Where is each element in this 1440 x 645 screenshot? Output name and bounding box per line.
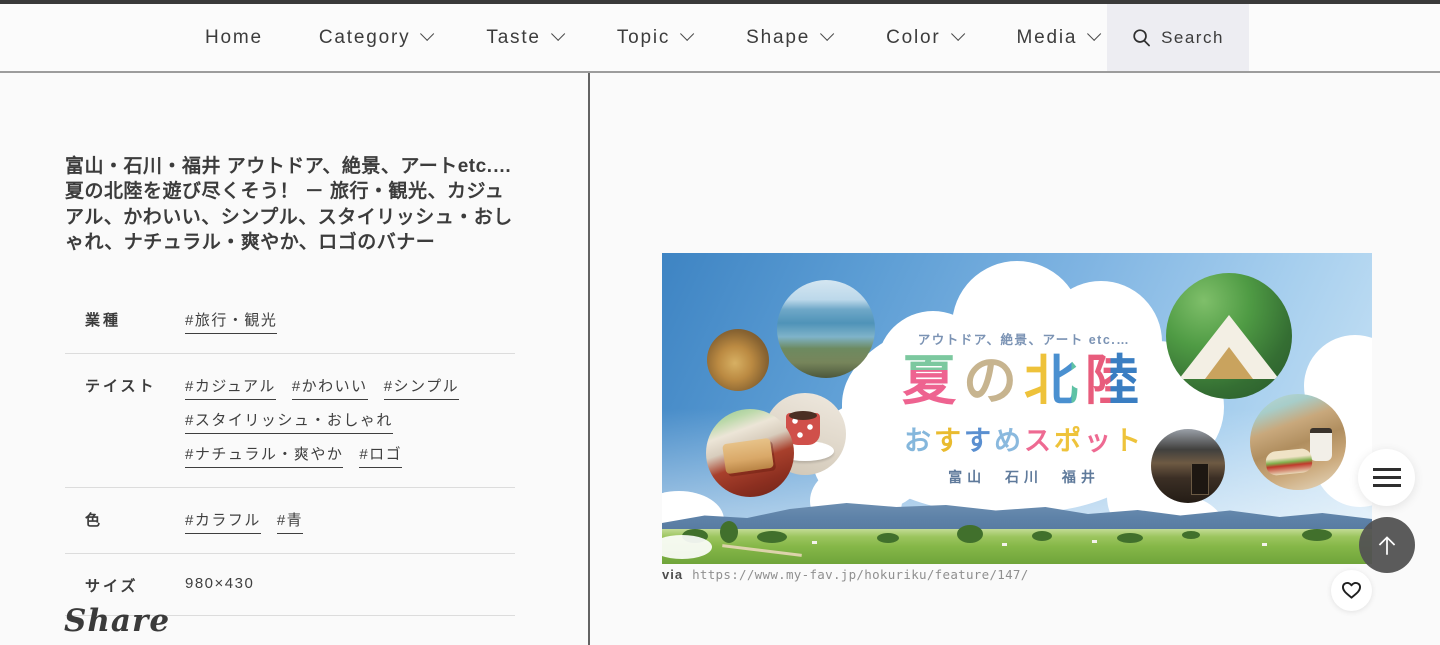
- spec-row-color: 色 #カラフル #青: [65, 488, 515, 554]
- house-speck: [1262, 543, 1267, 546]
- chevron-down-icon: [1087, 26, 1102, 41]
- nav-topic-label: Topic: [616, 26, 671, 48]
- house-speck: [812, 541, 817, 544]
- nav-item-home[interactable]: Home: [205, 27, 263, 49]
- tag-taste-kawaii[interactable]: #かわいい: [291, 375, 368, 400]
- hamburger-menu-icon: [1372, 484, 1401, 488]
- source-url-link[interactable]: https://www.my-fav.jp/hokuriku/feature/1…: [692, 567, 1029, 582]
- house-speck: [1002, 543, 1007, 546]
- heart-outline-icon: [1342, 581, 1361, 599]
- size-value-wrap: 980×430: [185, 575, 515, 592]
- back-to-top-button[interactable]: [1359, 517, 1415, 573]
- tag-industry-travel[interactable]: #旅行・観光: [185, 309, 278, 334]
- spec-label-taste: テイスト: [85, 378, 157, 395]
- hamburger-menu-icon: [1372, 475, 1401, 480]
- house-speck: [1092, 540, 1097, 543]
- tag-taste-casual[interactable]: #カジュアル: [185, 375, 276, 400]
- vertical-divider: [588, 73, 590, 645]
- source-line: via https://www.my-fav.jp/hokuriku/featu…: [662, 567, 1029, 582]
- chevron-down-icon: [820, 26, 835, 41]
- taste-tags: #カジュアル #かわいい #シンプル #スタイリッシュ・おしゃれ #ナチュラル・…: [185, 375, 515, 468]
- tag-color-colorful[interactable]: #カラフル: [185, 509, 261, 534]
- banner-subtitle: おすすめスポット: [904, 426, 1144, 456]
- tag-taste-simple[interactable]: #シンプル: [383, 375, 460, 400]
- nav-shape-label: Shape: [746, 26, 811, 48]
- nav-media-label: Media: [1016, 26, 1078, 48]
- tree-shape: [957, 525, 983, 543]
- tree-shape: [1032, 531, 1052, 541]
- menu-button[interactable]: [1358, 449, 1415, 506]
- nav-item-color[interactable]: Color: [886, 26, 965, 49]
- nav-home-label: Home: [205, 26, 263, 48]
- search-icon: [1133, 29, 1151, 47]
- tag-taste-stylish[interactable]: #スタイリッシュ・おしゃれ: [185, 409, 393, 434]
- hamburger-menu-icon: [1372, 467, 1401, 471]
- nav-item-media[interactable]: Media: [1016, 26, 1102, 49]
- banner-detail-title: 富山・石川・福井 アウトドア、絶景、アートetc.… 夏の北陸を遊び尽くそう！ …: [65, 155, 513, 254]
- banner-image[interactable]: アウトドア、絶景、アート etc.… 夏の北陸 おすすめスポット 富山 石川 福…: [662, 253, 1372, 564]
- nav-item-taste[interactable]: Taste: [486, 26, 566, 49]
- tree-shape: [1117, 533, 1143, 543]
- spec-row-industry: 業種 #旅行・観光: [65, 288, 515, 354]
- chevron-down-icon: [680, 26, 695, 41]
- tag-taste-natural[interactable]: #ナチュラル・爽やか: [185, 443, 344, 468]
- nav-category-label: Category: [318, 26, 411, 48]
- chevron-down-icon: [550, 26, 566, 41]
- share-heading: Share: [64, 603, 171, 639]
- nav-item-category[interactable]: Category: [318, 26, 435, 49]
- nav-item-shape[interactable]: Shape: [746, 26, 835, 49]
- nav-color-label: Color: [886, 26, 941, 48]
- favorite-button[interactable]: [1331, 570, 1372, 611]
- search-button[interactable]: Search: [1107, 4, 1249, 71]
- nav-taste-label: Taste: [486, 26, 541, 48]
- banner-regions: 富山 石川 福井: [948, 469, 1100, 485]
- via-label: via: [662, 567, 684, 582]
- size-value: 980×430: [185, 575, 255, 592]
- tree-shape: [877, 533, 899, 543]
- search-button-label: Search: [1161, 27, 1224, 47]
- chevron-down-icon: [950, 26, 965, 41]
- arrow-up-icon: [1378, 536, 1396, 555]
- spec-label-color: 色: [85, 512, 104, 529]
- chevron-down-icon: [420, 26, 435, 41]
- tag-color-blue[interactable]: #青: [276, 509, 304, 534]
- tag-taste-logo[interactable]: #ロゴ: [359, 443, 403, 468]
- nav-item-topic[interactable]: Topic: [616, 26, 695, 49]
- spec-table: 業種 #旅行・観光 テイスト #カジュアル #かわいい #シンプル #スタイリッ…: [65, 288, 515, 616]
- spec-row-taste: テイスト #カジュアル #かわいい #シンプル #スタイリッシュ・おしゃれ #ナ…: [65, 354, 515, 488]
- banner-tagline: アウトドア、絶景、アート etc.…: [917, 333, 1131, 347]
- color-tags: #カラフル #青: [185, 509, 515, 534]
- spec-label-industry: 業種: [85, 312, 122, 329]
- banner-main-title: 夏の北陸: [902, 351, 1146, 411]
- tree-shape: [720, 521, 738, 543]
- industry-tags: #旅行・観光: [185, 309, 515, 334]
- tree-shape: [757, 531, 787, 543]
- tree-shape: [1302, 529, 1332, 541]
- spec-label-size: サイズ: [85, 578, 139, 595]
- tree-shape: [1182, 531, 1200, 539]
